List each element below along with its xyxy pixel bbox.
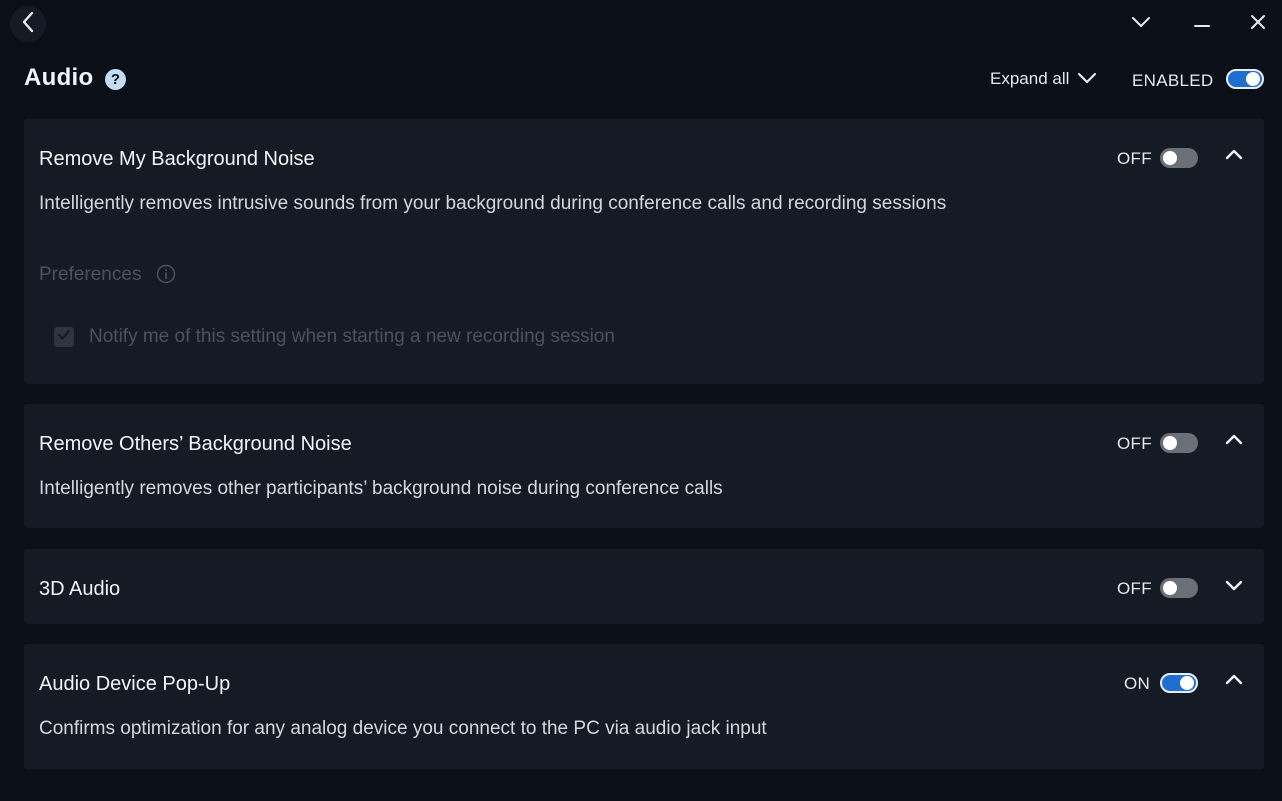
close-button[interactable]: [1244, 10, 1272, 38]
card-remove-others-background-noise: Remove Others’ Background Noise OFF Inte…: [24, 404, 1264, 528]
close-icon: [1250, 14, 1266, 35]
chevron-up-icon: [1225, 147, 1243, 165]
help-glyph: ?: [110, 71, 121, 88]
collapse-button[interactable]: [1222, 144, 1246, 168]
toggle-knob: [1163, 436, 1177, 450]
remove-my-noise-toggle[interactable]: [1160, 148, 1198, 168]
card-title: Remove Others’ Background Noise: [39, 433, 352, 455]
chevron-up-icon: [1225, 432, 1243, 450]
chevron-up-icon: [1225, 672, 1243, 690]
state-label: ON: [1124, 674, 1151, 693]
card-title: Remove My Background Noise: [39, 148, 315, 170]
minimize-icon: [1194, 15, 1210, 33]
collapse-button[interactable]: [1222, 669, 1246, 693]
chevron-down-icon: [1077, 69, 1097, 89]
collapse-window-button[interactable]: [1127, 10, 1155, 38]
chevron-down-icon: [1131, 15, 1151, 33]
card-title: 3D Audio: [39, 578, 121, 600]
expand-all-label: Expand all: [990, 69, 1070, 88]
audio-settings-window: Audio ? Expand all ENABLED Remove My Bac…: [0, 0, 1282, 801]
checkmark-icon: [57, 328, 71, 346]
card-3d-audio: 3D Audio OFF: [24, 549, 1264, 624]
chevron-left-icon: [21, 11, 35, 38]
state-label: OFF: [1117, 149, 1152, 168]
expand-button[interactable]: [1222, 576, 1246, 600]
minimize-button[interactable]: [1188, 10, 1216, 38]
card-description: Intelligently removes intrusive sounds f…: [39, 193, 947, 214]
card-description: Confirms optimization for any analog dev…: [39, 718, 767, 739]
help-icon[interactable]: ?: [105, 69, 126, 90]
toggle-knob: [1180, 676, 1194, 690]
card-remove-my-background-noise: Remove My Background Noise OFF Intellige…: [24, 119, 1264, 384]
page-title: Audio: [24, 64, 94, 91]
master-state-label: ENABLED: [1132, 71, 1214, 90]
master-toggle[interactable]: [1226, 69, 1264, 89]
state-label: OFF: [1117, 434, 1152, 453]
notify-checkbox[interactable]: [54, 327, 74, 347]
audio-device-popup-toggle[interactable]: [1160, 673, 1198, 693]
toggle-knob: [1163, 151, 1177, 165]
notify-checkbox-label: Notify me of this setting when starting …: [89, 326, 615, 347]
toggle-knob: [1246, 72, 1260, 86]
card-title: Audio Device Pop-Up: [39, 673, 231, 695]
chevron-down-icon: [1225, 579, 1243, 597]
card-description: Intelligently removes other participants…: [39, 478, 723, 499]
toggle-knob: [1163, 581, 1177, 595]
collapse-button[interactable]: [1222, 429, 1246, 453]
preferences-label: Preferences: [39, 264, 142, 285]
state-label: OFF: [1117, 579, 1152, 598]
info-icon: [156, 264, 176, 284]
3d-audio-toggle[interactable]: [1160, 578, 1198, 598]
expand-all-button[interactable]: Expand all: [990, 69, 1097, 89]
back-button[interactable]: [10, 6, 46, 42]
remove-others-noise-toggle[interactable]: [1160, 433, 1198, 453]
card-audio-device-popup: Audio Device Pop-Up ON Confirms optimiza…: [24, 644, 1264, 769]
